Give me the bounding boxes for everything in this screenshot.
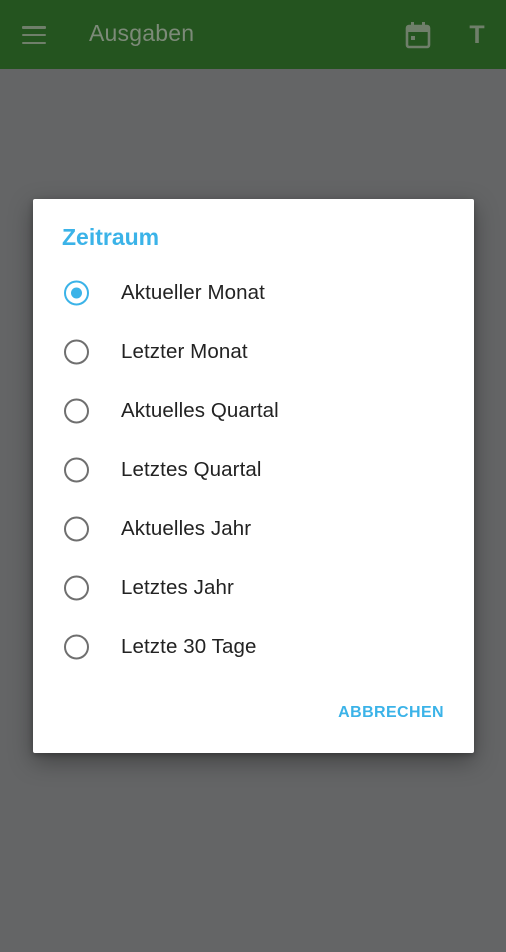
- radio-button-icon[interactable]: [64, 398, 89, 423]
- radio-button-icon[interactable]: [64, 516, 89, 541]
- radio-button-icon[interactable]: [64, 339, 89, 364]
- menu-button[interactable]: [12, 13, 56, 57]
- option-letztes-jahr[interactable]: Letztes Jahr: [33, 558, 474, 617]
- text-format-icon: T: [469, 20, 485, 49]
- option-label: Aktuelles Jahr: [121, 516, 252, 540]
- radio-button-checked-icon[interactable]: [64, 280, 89, 305]
- calendar-button[interactable]: [398, 14, 438, 56]
- option-label: Aktuelles Quartal: [121, 398, 279, 422]
- cancel-button[interactable]: ABBRECHEN: [330, 698, 452, 728]
- dialog-title: Zeitraum: [62, 224, 160, 250]
- app-bar-title: Ausgaben: [89, 20, 195, 46]
- option-letzte-30-tage[interactable]: Letzte 30 Tage: [33, 617, 474, 676]
- option-aktuelles-quartal[interactable]: Aktuelles Quartal: [33, 381, 474, 440]
- period-options: Aktueller Monat Letzter Monat Aktuelles …: [33, 263, 474, 676]
- calendar-icon: [405, 22, 431, 49]
- radio-button-icon[interactable]: [64, 457, 89, 482]
- option-letztes-quartal[interactable]: Letztes Quartal: [33, 440, 474, 499]
- period-dialog: Zeitraum Aktueller Monat Letzter Monat A…: [33, 199, 474, 753]
- hamburger-menu-icon: [22, 26, 46, 44]
- radio-button-icon[interactable]: [64, 575, 89, 600]
- option-label: Letzte 30 Tage: [121, 634, 257, 658]
- radio-button-icon[interactable]: [64, 634, 89, 659]
- option-label: Letztes Quartal: [121, 457, 262, 481]
- text-format-button[interactable]: T: [458, 14, 496, 56]
- option-label: Letzter Monat: [121, 339, 248, 363]
- app-bar: Ausgaben T: [0, 0, 506, 69]
- option-aktuelles-jahr[interactable]: Aktuelles Jahr: [33, 499, 474, 558]
- option-letzter-monat[interactable]: Letzter Monat: [33, 322, 474, 381]
- option-aktueller-monat[interactable]: Aktueller Monat: [33, 263, 474, 322]
- option-label: Letztes Jahr: [121, 575, 234, 599]
- option-label: Aktueller Monat: [121, 280, 265, 304]
